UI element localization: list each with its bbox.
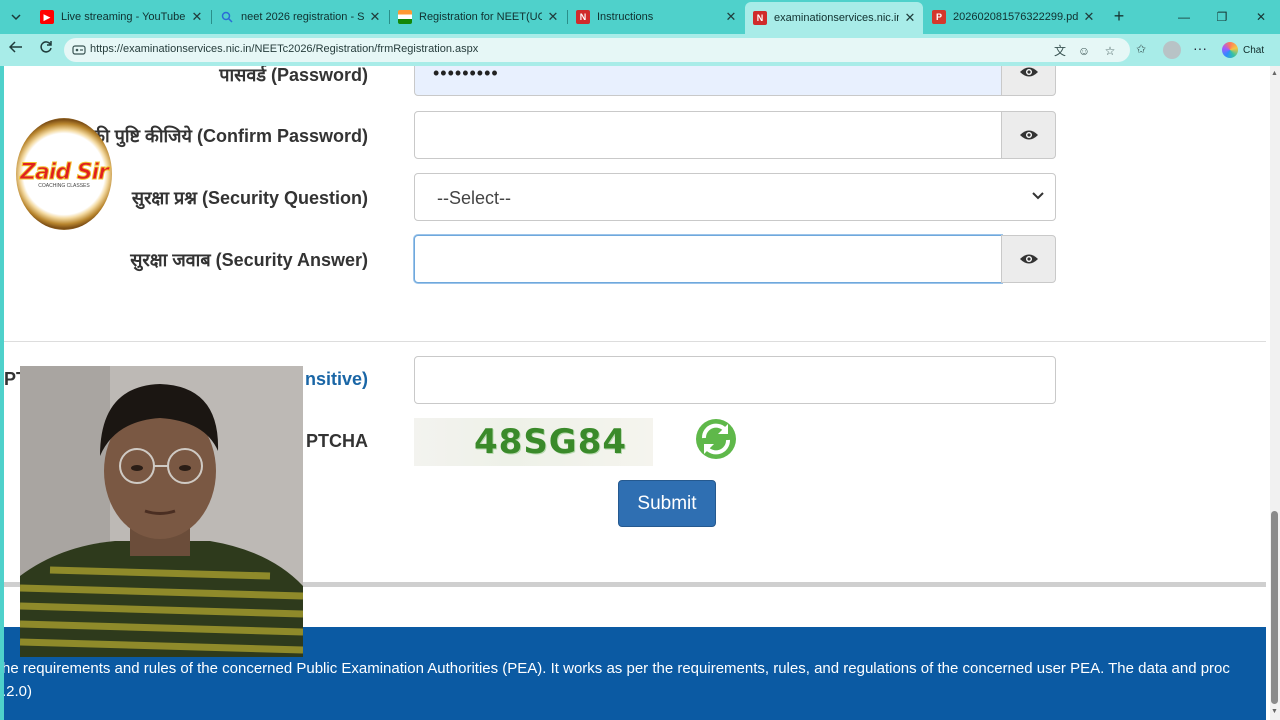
footer-text-line1: he requirements and rules of the concern… xyxy=(2,660,1230,677)
tab-neet-registration[interactable]: Registration for NEET(UG)-20 ✕ xyxy=(390,4,566,30)
nta-icon: N xyxy=(576,10,590,24)
profile-avatar-icon[interactable] xyxy=(1163,41,1181,59)
search-icon xyxy=(220,10,234,24)
scroll-down-arrow-icon[interactable]: ▼ xyxy=(1271,708,1278,715)
tab-title: Registration for NEET(UG)-20 xyxy=(419,11,542,23)
tab-title: neet 2026 registration - Searc xyxy=(241,11,364,23)
security-question-selected: --Select-- xyxy=(437,188,512,208)
security-answer-label: सुरक्षा जवाब (Security Answer) xyxy=(130,250,368,270)
tab-youtube-studio[interactable]: ▶ Live streaming - YouTube Stu ✕ xyxy=(32,4,210,30)
close-icon[interactable]: ✕ xyxy=(724,9,738,25)
submit-button[interactable]: Submit xyxy=(618,480,716,527)
coaching-logo: Zaid Sir COACHING CLASSES xyxy=(16,118,112,230)
translate-icon[interactable]: 文 xyxy=(1052,43,1068,59)
reading-mode-icon[interactable]: ☺ xyxy=(1076,43,1092,59)
close-icon[interactable]: ✕ xyxy=(190,9,204,25)
scrollbar-thumb[interactable] xyxy=(1271,511,1278,704)
close-icon[interactable]: ✕ xyxy=(368,9,382,25)
tab-search[interactable]: neet 2026 registration - Searc ✕ xyxy=(212,4,388,30)
captcha-input-label-right: nsitive) xyxy=(304,369,368,389)
tab-title: Instructions xyxy=(597,11,654,23)
chat-label: Chat xyxy=(1243,44,1265,56)
refresh-icon[interactable] xyxy=(36,40,56,60)
navigation-bar: https://examinationservices.nic.in/NEETc… xyxy=(0,34,1280,66)
logo-name: Zaid Sir xyxy=(20,159,110,185)
tab-title: Live streaming - YouTube Stu xyxy=(61,11,186,23)
india-flag-icon xyxy=(398,10,412,24)
site-info-icon[interactable] xyxy=(72,43,86,57)
captcha-image: 48SG84 xyxy=(414,418,653,466)
captcha-text: 48SG84 xyxy=(474,422,628,462)
url-text: https://examinationservices.nic.in/NEETc… xyxy=(90,43,479,55)
tab-pdf[interactable]: P 202602081576322299.pdf ✕ xyxy=(924,4,1102,30)
copilot-chat-button[interactable]: Chat xyxy=(1222,40,1264,60)
favorite-star-icon[interactable]: ☆ xyxy=(1102,43,1118,59)
show-password-eye-icon[interactable] xyxy=(1001,66,1056,96)
refresh-captcha-icon[interactable] xyxy=(693,416,739,462)
address-bar[interactable]: https://examinationservices.nic.in/NEETc… xyxy=(64,38,1130,62)
password-field[interactable]: ••••••••• xyxy=(414,66,1002,96)
more-options-icon[interactable]: ··· xyxy=(1193,40,1207,56)
presenter-video-image xyxy=(20,366,303,657)
captcha-label: PTCHA xyxy=(306,431,368,451)
minimize-icon[interactable]: — xyxy=(1174,7,1194,27)
close-icon[interactable]: ✕ xyxy=(1082,9,1096,25)
close-icon[interactable]: ✕ xyxy=(903,10,917,26)
show-security-answer-eye-icon[interactable] xyxy=(1001,235,1056,283)
chevron-down-icon xyxy=(1032,192,1044,200)
show-confirm-password-eye-icon[interactable] xyxy=(1001,111,1056,159)
page-scrollbar[interactable]: ▲ ▼ xyxy=(1270,66,1280,720)
pdf-icon: P xyxy=(932,10,946,24)
security-question-label: सुरक्षा प्रश्न (Security Question) xyxy=(131,188,368,208)
tab-strip: ▶ Live streaming - YouTube Stu ✕ neet 20… xyxy=(0,0,1280,34)
security-question-select[interactable]: --Select-- xyxy=(414,173,1056,221)
section-divider xyxy=(4,341,1266,342)
window-close-icon[interactable]: ✕ xyxy=(1251,7,1271,27)
tab-actions-chevron-icon[interactable] xyxy=(5,6,27,28)
tab-examination-services[interactable]: N examinationservices.nic.in/NE ✕ xyxy=(745,2,923,34)
password-value: ••••••••• xyxy=(433,66,499,83)
nta-icon: N xyxy=(753,11,767,25)
new-tab-plus-icon[interactable]: + xyxy=(1109,7,1129,27)
favorites-icon[interactable]: ✩ xyxy=(1133,41,1149,57)
tab-instructions[interactable]: N Instructions ✕ xyxy=(568,4,744,30)
youtube-icon: ▶ xyxy=(40,10,54,24)
restore-icon[interactable]: ❐ xyxy=(1212,7,1232,27)
scroll-up-arrow-icon[interactable]: ▲ xyxy=(1271,70,1278,77)
tab-title: examinationservices.nic.in/NE xyxy=(774,12,899,24)
close-icon[interactable]: ✕ xyxy=(546,9,560,25)
confirm-password-field[interactable] xyxy=(414,111,1002,159)
captcha-input[interactable] xyxy=(414,356,1056,404)
tab-title: 202602081576322299.pdf xyxy=(953,11,1078,23)
copilot-icon xyxy=(1222,42,1238,58)
webcam-overlay xyxy=(20,366,303,657)
password-label: पासवर्ड (Password) xyxy=(219,66,368,85)
logo-subtitle: COACHING CLASSES xyxy=(38,182,90,189)
footer-text-line2: .2.0) xyxy=(2,683,33,700)
back-arrow-icon[interactable] xyxy=(6,40,26,60)
security-answer-field[interactable] xyxy=(414,235,1002,283)
